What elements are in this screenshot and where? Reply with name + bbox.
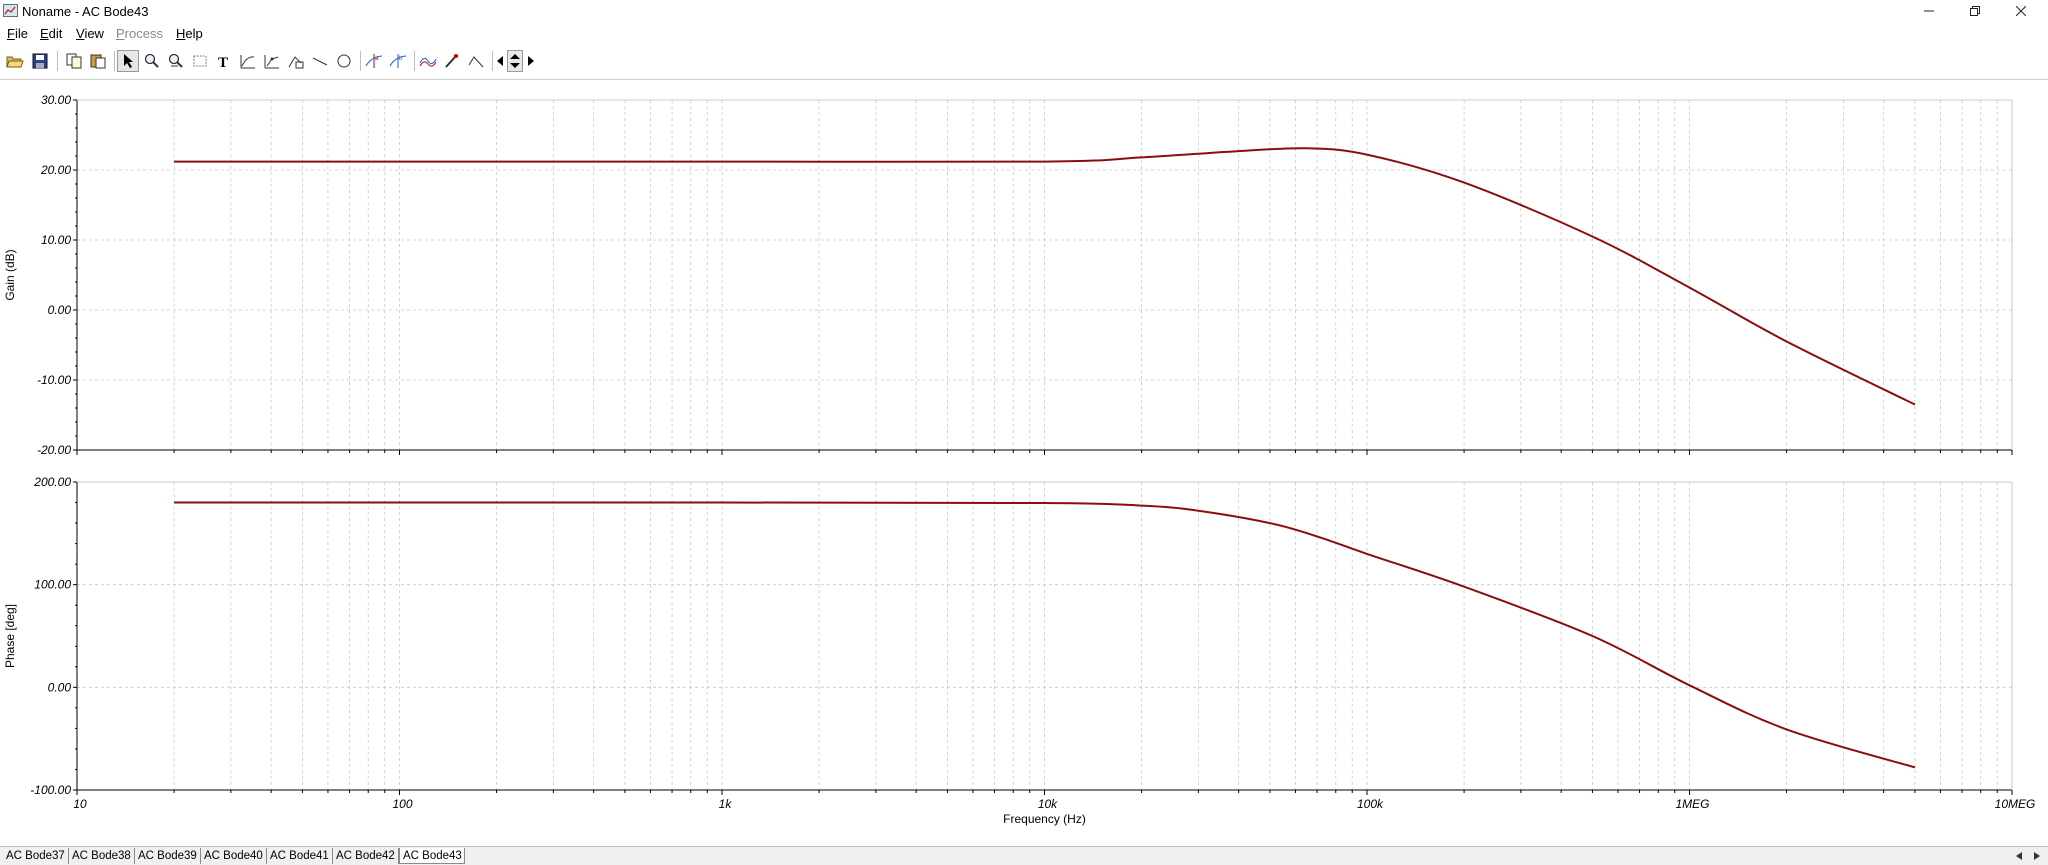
text-button[interactable]: T (213, 50, 235, 72)
y-tick-label: 10.00 (41, 233, 71, 247)
cursor-a-icon: a (365, 54, 383, 68)
y-tick-label: 0.00 (48, 303, 72, 317)
step-button[interactable] (465, 50, 487, 72)
text-icon: T (218, 55, 228, 69)
arrow-right-button[interactable] (524, 50, 538, 72)
y-axis-label: Phase [deg] (3, 604, 17, 668)
tab-ac-bode38[interactable]: AC Bode38 (69, 848, 135, 864)
paste-icon (90, 54, 106, 69)
y-tick-label: -10.00 (37, 373, 71, 387)
pointer-icon (124, 54, 133, 68)
cursor-b-icon: b (389, 54, 407, 68)
open-icon (6, 56, 24, 68)
open-button[interactable] (4, 50, 26, 72)
minimize-icon (1924, 10, 1934, 12)
tab-ac-bode40[interactable]: AC Bode40 (201, 848, 267, 864)
curve-tool-button[interactable] (261, 50, 283, 72)
diagram-tabs: AC Bode37 AC Bode38 AC Bode39 AC Bode40 … (0, 846, 2048, 865)
cursor-b-button[interactable]: b (387, 50, 409, 72)
paste-button[interactable] (87, 50, 109, 72)
pointer-button[interactable] (117, 50, 139, 72)
x-axis-label: Frequency (Hz) (1003, 812, 1086, 826)
axis-icon (288, 56, 304, 69)
chart-panel-1: 30.00 20.00 10.00 0.00 -10.00 -20.00 Gain (dB) (3, 93, 2013, 457)
marker-button[interactable] (441, 50, 463, 72)
tab-scroll-left-button[interactable] (2012, 848, 2026, 864)
arrow-left-button[interactable] (493, 50, 507, 72)
y-tick-label: -100.00 (30, 783, 71, 797)
line-button[interactable] (309, 50, 331, 72)
axis-button[interactable] (285, 50, 307, 72)
save-icon (32, 53, 48, 69)
y-tick-label: 100.00 (34, 578, 71, 592)
restore-button[interactable] (1952, 0, 1998, 22)
zoom-out-button[interactable] (165, 50, 187, 72)
x-tick-label: 1MEG (1675, 797, 1709, 811)
zoom-in-button[interactable] (141, 50, 163, 72)
select-region-button[interactable] (189, 50, 211, 72)
close-icon (2016, 6, 2026, 16)
y-axis-label: Gain (dB) (3, 249, 17, 300)
zoom-out-icon (168, 53, 183, 68)
ellipse-icon (337, 54, 351, 68)
menu-view[interactable]: View (76, 26, 104, 41)
svg-text:T: T (218, 55, 228, 69)
app-icon (3, 4, 18, 17)
chart-panel-2: 200.00 100.00 0.00 -100.00 Phase [deg] 10 100 1… (3, 475, 2035, 826)
close-button[interactable] (1998, 0, 2044, 22)
line-icon (312, 57, 328, 66)
save-button[interactable] (29, 50, 51, 72)
arrow-left-icon (2016, 852, 2022, 860)
tab-ac-bode42[interactable]: AC Bode42 (333, 848, 399, 864)
x-tick-label: 10 (73, 797, 87, 811)
ellipse-button[interactable] (333, 50, 355, 72)
arrow-right-icon (2034, 852, 2040, 860)
x-tick-label: 10MEG (1995, 797, 2036, 811)
toolbar: T a b (0, 48, 2048, 76)
x-tick-label: 1k (719, 797, 733, 811)
y-tick-label: 200.00 (33, 475, 71, 489)
waveform-button[interactable] (417, 50, 439, 72)
x-tick-label: 100k (1357, 797, 1384, 811)
tab-ac-bode43[interactable]: AC Bode43 (399, 848, 465, 864)
y-tick-label: 0.00 (48, 680, 72, 694)
restore-icon (1970, 6, 1980, 16)
bode-plot[interactable]: 30.00 20.00 10.00 0.00 -10.00 -20.00 Gain (dB)… (0, 80, 2048, 847)
menu-bar: File Edit View Process Help (0, 22, 2048, 44)
y-tick-label: -20.00 (37, 443, 71, 457)
curve-icon (240, 55, 255, 69)
window-title: Noname - AC Bode43 (22, 4, 149, 19)
curve-button[interactable] (237, 50, 259, 72)
copy-icon (66, 53, 82, 69)
copy-button[interactable] (63, 50, 85, 72)
arrow-left-icon (497, 56, 503, 66)
tab-ac-bode39[interactable]: AC Bode39 (135, 848, 201, 864)
x-tick-label: 100 (392, 797, 412, 811)
title-bar: Noname - AC Bode43 (0, 0, 2048, 22)
menu-help[interactable]: Help (176, 26, 203, 41)
marker-icon (445, 54, 458, 68)
minimize-button[interactable] (1906, 0, 1952, 22)
curve-tool-icon (264, 55, 279, 69)
x-tick-label: 10k (1038, 797, 1058, 811)
arrow-right-icon (528, 56, 534, 66)
waveform-icon (419, 57, 437, 67)
plot-area: 30.00 20.00 10.00 0.00 -10.00 -20.00 Gain (dB)… (0, 80, 2048, 847)
select-region-icon (193, 55, 207, 67)
y-tick-label: 30.00 (41, 93, 71, 107)
menu-edit[interactable]: Edit (40, 26, 62, 41)
tab-ac-bode41[interactable]: AC Bode41 (267, 848, 333, 864)
arrow-updown-button[interactable] (507, 50, 523, 72)
tab-ac-bode37[interactable]: AC Bode37 (3, 848, 69, 864)
arrow-updown-icon (510, 54, 520, 68)
menu-file[interactable]: File (7, 26, 28, 41)
cursor-a-button[interactable]: a (363, 50, 385, 72)
y-tick-label: 20.00 (40, 163, 71, 177)
step-icon (468, 56, 484, 68)
menu-process[interactable]: Process (116, 26, 163, 41)
tab-scroll-right-button[interactable] (2030, 848, 2044, 864)
zoom-in-icon (144, 53, 159, 68)
